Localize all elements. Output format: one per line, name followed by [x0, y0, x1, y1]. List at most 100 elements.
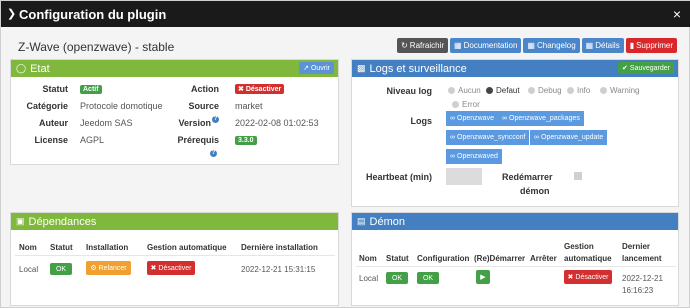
etat-panel: ◯ Etat ↗ Ouvrir Statut Actif Catégorie Pr…: [10, 59, 339, 165]
dep-header-installation: Installation: [86, 243, 129, 252]
demon-header-gestion: Gestion: [564, 242, 594, 251]
divider: [356, 266, 676, 267]
auteur-value: Jeedom SAS: [80, 118, 133, 128]
circle-icon: ◯: [16, 63, 27, 73]
version-label: Version: [178, 118, 211, 128]
log-file-openzwave-packages[interactable]: ∞ Openzwave_packages: [498, 111, 584, 126]
server-icon: ▤: [357, 216, 366, 226]
plugin-config-window: ❯ Configuration du plugin × Z-Wave (open…: [0, 0, 690, 308]
level-radio-info[interactable]: Info: [567, 86, 590, 95]
dependances-panel: ▣ Dépendances Nom Statut Installation Ge…: [10, 212, 339, 306]
cubes-icon: ▣: [16, 216, 25, 226]
logs-title: Logs et surveillance: [369, 62, 467, 75]
plugin-name: Z-Wave (openzwave) - stable: [18, 40, 175, 54]
restart-checkbox[interactable]: [574, 172, 582, 180]
demon-config-badge: OK: [417, 272, 439, 284]
heartbeat-input[interactable]: [446, 168, 482, 185]
refresh-button[interactable]: ↻ Rafraichir: [397, 38, 449, 53]
level-radio-defaut[interactable]: Defaut: [486, 86, 520, 95]
log-file-openzwaved[interactable]: ∞ Openzwaved: [446, 149, 502, 164]
close-icon[interactable]: ×: [673, 6, 681, 22]
categorie-value: Protocole domotique: [80, 101, 163, 111]
action-label: Action: [191, 84, 219, 94]
start-button[interactable]: ▶: [476, 270, 490, 284]
prerequis-help-icon[interactable]: ?: [210, 150, 217, 157]
check-icon: ✔: [622, 65, 628, 72]
dependances-title: Dépendances: [28, 215, 97, 228]
play-icon: ▶: [480, 274, 486, 281]
prerequis-badge: 3.3.0: [235, 136, 257, 145]
log-file-openzwave-update[interactable]: ∞ Openzwave_update: [530, 130, 608, 145]
level-radio-error[interactable]: Error: [452, 100, 480, 109]
log-file-openzwave[interactable]: ∞ Openzwave: [446, 111, 498, 126]
book-icon: ▦: [527, 41, 535, 50]
dep-row-derniere: 2022-12-21 15:31:15: [241, 265, 316, 274]
changelog-button[interactable]: ▦ Changelog: [523, 38, 580, 53]
demon-title: Démon: [369, 215, 405, 228]
radio-dot: [528, 87, 535, 94]
link-icon: ∞: [450, 115, 455, 122]
demon-row-dernier: 2022-12-21: [622, 274, 663, 283]
level-radio-aucun[interactable]: Aucun: [448, 86, 481, 95]
refresh-icon: ↻: [401, 41, 408, 50]
demon-header-dernier-line2: lancement: [622, 254, 662, 263]
logs-panel-header: ▩ Logs et surveillance ✔ Sauvegarder: [352, 60, 678, 77]
x-icon: ✖: [567, 274, 574, 281]
demon-header-dernier: Dernier: [622, 242, 651, 251]
level-radio-debug[interactable]: Debug: [528, 86, 562, 95]
link-icon: ∞: [450, 153, 455, 160]
radio-dot: [452, 101, 459, 108]
license-label: License: [34, 135, 68, 145]
demon-panel: ▤ Démon Nom Statut Configuration (Re)Dém…: [351, 212, 679, 306]
file-icon: ▩: [357, 63, 366, 73]
niveau-log-label: Niveau log: [386, 86, 432, 96]
demon-row-nom: Local: [359, 274, 379, 283]
radio-dot: [567, 87, 574, 94]
source-value: market: [235, 101, 263, 111]
book-icon: ▦: [585, 41, 594, 50]
relancer-button[interactable]: ⚙ Relancer: [86, 261, 131, 275]
book-icon: ▦: [454, 41, 462, 50]
demon-header-nom: Nom: [359, 254, 377, 263]
open-button[interactable]: ↗ Ouvrir: [299, 62, 334, 74]
x-icon: ✖: [150, 265, 157, 272]
level-radio-warning[interactable]: Warning: [600, 86, 640, 95]
version-value: 2022-02-08 01:02:53: [235, 118, 319, 128]
dep-deactivate-button[interactable]: ✖ Désactiver: [147, 261, 195, 275]
dep-row-nom: Local: [19, 265, 39, 274]
demon-header-configuration: Configuration: [417, 254, 470, 263]
link-icon: ∞: [534, 134, 539, 141]
dep-header-gestion: Gestion automatique: [147, 243, 227, 252]
radio-dot-selected: [486, 87, 493, 94]
log-file-openzwave-syncconf[interactable]: ∞ Openzwave_syncconf: [446, 130, 530, 145]
window-title: Configuration du plugin: [19, 7, 167, 22]
link-icon: ∞: [502, 115, 507, 122]
demon-panel-header: ▤ Démon: [352, 213, 678, 230]
heartbeat-label: Heartbeat (min): [365, 172, 432, 182]
delete-button[interactable]: ▮ Supprimer: [625, 38, 677, 53]
dep-header-nom: Nom: [19, 243, 37, 252]
chevron-right-icon: ❯: [7, 8, 17, 20]
window-titlebar: ❯ Configuration du plugin ×: [1, 1, 690, 27]
license-value: AGPL: [80, 135, 105, 145]
dep-status-badge: OK: [50, 263, 72, 275]
etat-title: Etat: [30, 62, 50, 75]
external-link-icon: ↗: [303, 65, 309, 72]
deactivate-plugin-button[interactable]: ✖ Désactiver: [235, 84, 285, 94]
divider: [15, 255, 335, 256]
logs-label: Logs: [410, 116, 433, 126]
save-button[interactable]: ✔ Sauvegarder: [618, 62, 674, 74]
version-help-icon[interactable]: ?: [212, 116, 219, 123]
x-icon: ✖: [238, 86, 244, 93]
etat-panel-header: ◯ Etat ↗ Ouvrir: [11, 60, 338, 77]
demon-deactivate-button[interactable]: ✖ Désactiver: [564, 270, 612, 284]
details-button[interactable]: ▦ Détails: [581, 38, 624, 53]
auteur-label: Auteur: [39, 118, 68, 128]
documentation-button[interactable]: ▦ Documentation: [450, 38, 522, 53]
link-icon: ∞: [450, 134, 455, 141]
demon-header-redemarrer: (Re)Démarrer: [474, 254, 526, 263]
prerequis-label: Prérequis: [177, 135, 219, 145]
demon-header-statut: Statut: [386, 254, 409, 263]
toolbar: ↻ Rafraichir ▦ Documentation ▦ Changelog ▦ D…: [397, 38, 677, 53]
restart-label: Redémarrer: [502, 172, 553, 182]
